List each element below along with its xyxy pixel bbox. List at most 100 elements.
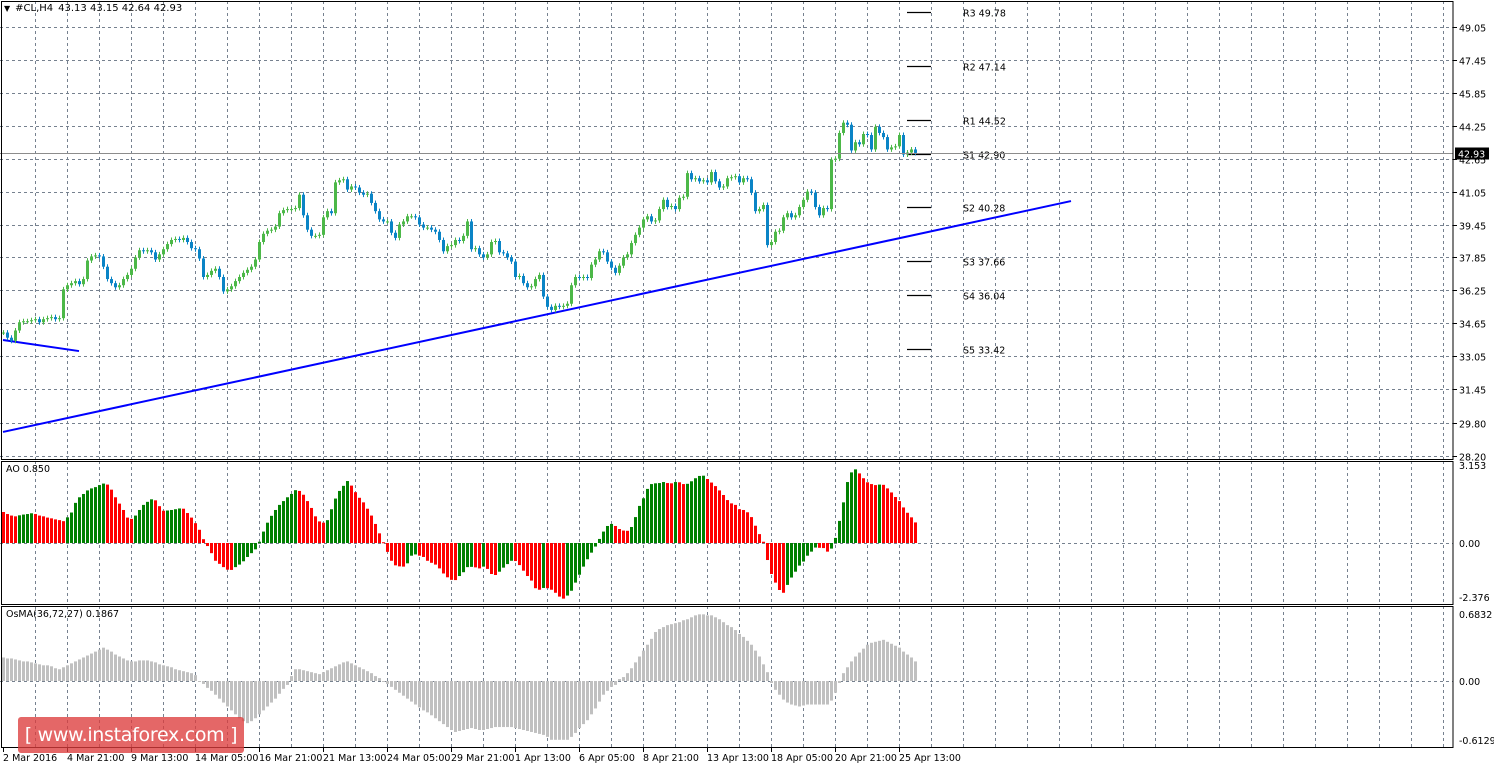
osma-bar: [114, 654, 117, 681]
candle-body: [842, 122, 845, 133]
ao-bar: [878, 484, 881, 543]
candle-body: [630, 243, 633, 255]
candle-body: [318, 234, 321, 236]
candle-body: [242, 272, 245, 277]
candle-body: [114, 283, 117, 288]
ao-bar: [66, 517, 69, 543]
osma-bar: [442, 681, 445, 725]
osma-bar: [866, 644, 869, 681]
osma-bar: [202, 681, 205, 684]
osma-bar: [830, 681, 833, 701]
osma-bar: [58, 669, 61, 681]
osma-bar: [810, 681, 813, 705]
candle-body: [478, 248, 481, 255]
candle-body: [390, 221, 393, 233]
price-axis-label: 49.05: [1459, 24, 1486, 35]
candle-body: [274, 226, 277, 230]
symbol-label: #CL,H4: [15, 3, 54, 14]
ao-bar: [70, 512, 73, 543]
candle-body: [682, 196, 685, 198]
ao-bar: [662, 482, 665, 543]
osma-bar: [642, 650, 645, 681]
ao-bar: [654, 483, 657, 543]
candle-body: [662, 199, 665, 210]
osma-bar: [66, 665, 69, 681]
osma-bar: [718, 619, 721, 681]
candle-body: [738, 176, 741, 183]
candle-body: [86, 260, 89, 280]
candle-body: [442, 239, 445, 252]
osma-bar: [278, 681, 281, 694]
ao-bar: [698, 475, 701, 543]
osma-bar: [570, 681, 573, 737]
ao-bar: [310, 507, 313, 543]
candle-body: [166, 244, 169, 250]
ao-bar: [498, 543, 501, 572]
osma-bar: [790, 681, 793, 705]
price-axis-label: 47.45: [1459, 57, 1486, 68]
candle-body: [250, 266, 253, 270]
candle-body: [346, 179, 349, 190]
osma-bar: [214, 681, 217, 695]
ao-bar: [886, 488, 889, 543]
osma-bar: [258, 681, 261, 715]
time-axis-label: 29 Mar 21:00: [451, 753, 514, 764]
osma-bar: [422, 681, 425, 711]
osma-bar: [406, 681, 409, 699]
osma-bar: [410, 681, 413, 702]
price-chart[interactable]: 49.0547.4545.8544.2542.6541.0539.4537.85…: [0, 0, 1494, 768]
osma-bar: [490, 681, 493, 729]
ao-bar: [786, 543, 789, 585]
osma-bar: [622, 677, 625, 681]
candle-body: [914, 149, 917, 153]
ao-bar: [26, 514, 29, 543]
ao-bar: [530, 543, 533, 581]
candle-body: [310, 229, 313, 236]
osma-bar: [634, 662, 637, 681]
candle-body: [678, 197, 681, 210]
ao-bar: [414, 543, 417, 555]
ao-bar: [170, 509, 173, 543]
osma-bar: [322, 672, 325, 681]
pivot-level-label: S1 42.90: [963, 151, 1005, 162]
candle-body: [298, 194, 301, 209]
osma-bar: [562, 681, 565, 740]
ao-bar: [46, 517, 49, 543]
ao-bar: [422, 543, 425, 557]
ao-bar: [382, 542, 385, 544]
osma-bar: [434, 681, 437, 719]
candle-body: [414, 216, 417, 218]
candle-body: [698, 178, 701, 182]
osma-bar: [158, 664, 161, 681]
candle-body: [154, 252, 157, 260]
candle-body: [870, 135, 873, 150]
time-axis-label: 14 Mar 05:00: [195, 753, 258, 764]
osma-bar: [762, 664, 765, 681]
ao-bar: [482, 543, 485, 567]
osma-bar: [550, 681, 553, 740]
time-axis-label: 20 Apr 21:00: [835, 753, 897, 764]
ao-bar: [670, 483, 673, 543]
candle-body: [70, 283, 73, 286]
ao-bar: [398, 543, 401, 567]
triangle-down-icon[interactable]: ▼: [4, 4, 10, 13]
ao-bar: [186, 513, 189, 543]
ao-bar: [554, 543, 557, 593]
candle-body: [182, 237, 185, 240]
ao-bar: [54, 519, 57, 543]
candle-body: [314, 235, 317, 237]
ao-bar: [646, 488, 649, 543]
candle-body: [102, 256, 105, 267]
ao-bar: [658, 483, 661, 543]
candle-body: [582, 276, 585, 279]
osma-bar: [230, 681, 233, 711]
candle-body: [902, 135, 905, 155]
ao-bar: [322, 522, 325, 543]
ao-bar: [894, 497, 897, 543]
candle-body: [594, 259, 597, 265]
candle-body: [862, 133, 865, 145]
osma-bar: [426, 681, 429, 713]
osma-bar: [874, 641, 877, 681]
osma-bar: [850, 661, 853, 681]
candle-body: [866, 133, 869, 136]
